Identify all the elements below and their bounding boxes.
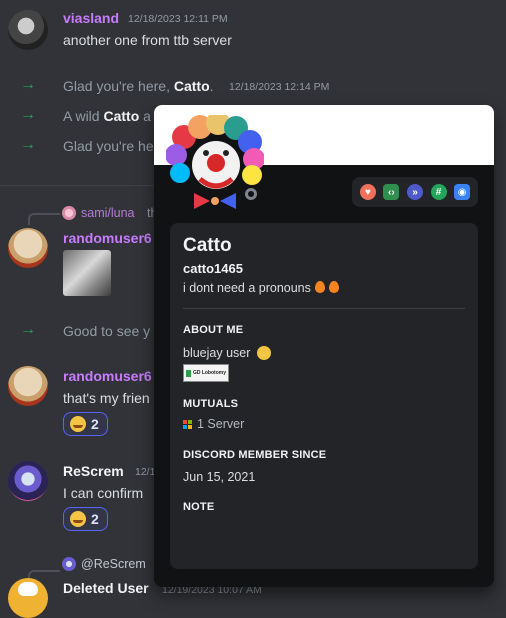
about-me-image[interactable]: GD Lobotomy — [183, 364, 229, 382]
mutual-servers-link[interactable]: 1 Server — [183, 417, 244, 431]
message-content: I can confirm — [63, 485, 144, 501]
member-since-header: DISCORD MEMBER SINCE — [183, 449, 327, 461]
profile-pronouns: i dont need a pronouns — [183, 281, 339, 295]
join-arrow-icon: → — [20, 136, 36, 153]
reaction-count: 2 — [91, 416, 99, 432]
face-emoji-icon — [256, 346, 271, 360]
reaction-count: 2 — [91, 511, 99, 527]
avatar-viasland[interactable] — [8, 10, 48, 50]
reply-author[interactable]: sami/luna — [81, 206, 135, 220]
reaction-button[interactable]: 2 — [63, 507, 108, 531]
system-message: Glad you're he — [63, 138, 154, 154]
join-arrow-icon: → — [20, 321, 36, 338]
message-timestamp: 12/18/2023 12:14 PM — [229, 81, 330, 93]
message-author[interactable]: randomuser6 — [63, 230, 152, 246]
reply-author[interactable]: @ReScrem — [81, 557, 146, 571]
profile-badges: ♥ ‹› » # ◉ — [352, 177, 478, 207]
message-content: that's my frien — [63, 390, 150, 406]
message-author[interactable]: randomuser6 — [63, 368, 152, 384]
profile-avatar[interactable] — [165, 111, 265, 213]
discord-logo-icon — [18, 582, 38, 596]
system-username[interactable]: Catto — [103, 108, 139, 124]
smiling-hearts-emoji-icon — [70, 416, 86, 432]
reply-avatar — [62, 206, 76, 220]
status-offline-icon — [242, 185, 260, 203]
about-me-header: ABOUT ME — [183, 324, 244, 336]
avatar-rescrem[interactable] — [8, 461, 48, 501]
join-arrow-icon: → — [20, 76, 36, 93]
message-timestamp: 12/18/2023 12:11 PM — [128, 13, 228, 25]
message-timestamp: 12/1 — [135, 466, 156, 478]
profile-divider — [183, 308, 465, 309]
reaction-button[interactable]: 2 — [63, 412, 108, 436]
profile-username[interactable]: catto1465 — [183, 261, 243, 276]
note-input[interactable] — [183, 518, 465, 558]
avatar-randomuser6[interactable] — [8, 228, 48, 268]
user-profile-popout[interactable]: ♥ ‹› » # ◉ Catto catto1465 i dont need a… — [154, 105, 494, 587]
server-grid-icon — [183, 419, 192, 429]
badge-code-icon[interactable]: ‹› — [383, 184, 400, 200]
system-username[interactable]: Catto — [174, 78, 210, 94]
system-message: A wild Catto a — [63, 108, 151, 124]
reply-avatar — [62, 557, 76, 571]
system-message: Good to see y — [63, 323, 151, 339]
join-arrow-icon: → — [20, 106, 36, 123]
profile-display-name: Catto — [183, 235, 232, 256]
profile-card: Catto catto1465 i dont need a pronouns A… — [170, 223, 478, 569]
badge-hashtag-icon[interactable]: # — [430, 184, 447, 200]
image-attachment[interactable] — [63, 250, 111, 296]
system-message: Glad you're here, Catto. — [63, 78, 214, 94]
note-header: NOTE — [183, 501, 215, 513]
avatar-randomuser6[interactable] — [8, 366, 48, 406]
smiling-hearts-emoji-icon — [70, 511, 86, 527]
badge-speed-icon[interactable]: » — [406, 184, 423, 200]
divider — [0, 185, 154, 186]
mutuals-header: MUTUALS — [183, 398, 239, 410]
fire-emoji-icon — [314, 281, 325, 293]
gd-logo-icon — [186, 369, 191, 377]
message-author[interactable]: Deleted User — [63, 580, 149, 596]
message-author[interactable]: ReScrem — [63, 463, 124, 479]
message-author[interactable]: viasland — [63, 10, 119, 26]
avatar-deleted-user[interactable] — [8, 578, 48, 618]
reply-spine — [28, 213, 60, 225]
badge-heart-icon[interactable]: ♥ — [359, 184, 376, 200]
fire-emoji-icon — [328, 281, 339, 293]
member-since-date: Jun 15, 2021 — [183, 470, 256, 484]
badge-camera-icon[interactable]: ◉ — [454, 184, 471, 200]
about-me-text: bluejay user — [183, 346, 271, 360]
message-content: another one from ttb server — [63, 32, 232, 48]
